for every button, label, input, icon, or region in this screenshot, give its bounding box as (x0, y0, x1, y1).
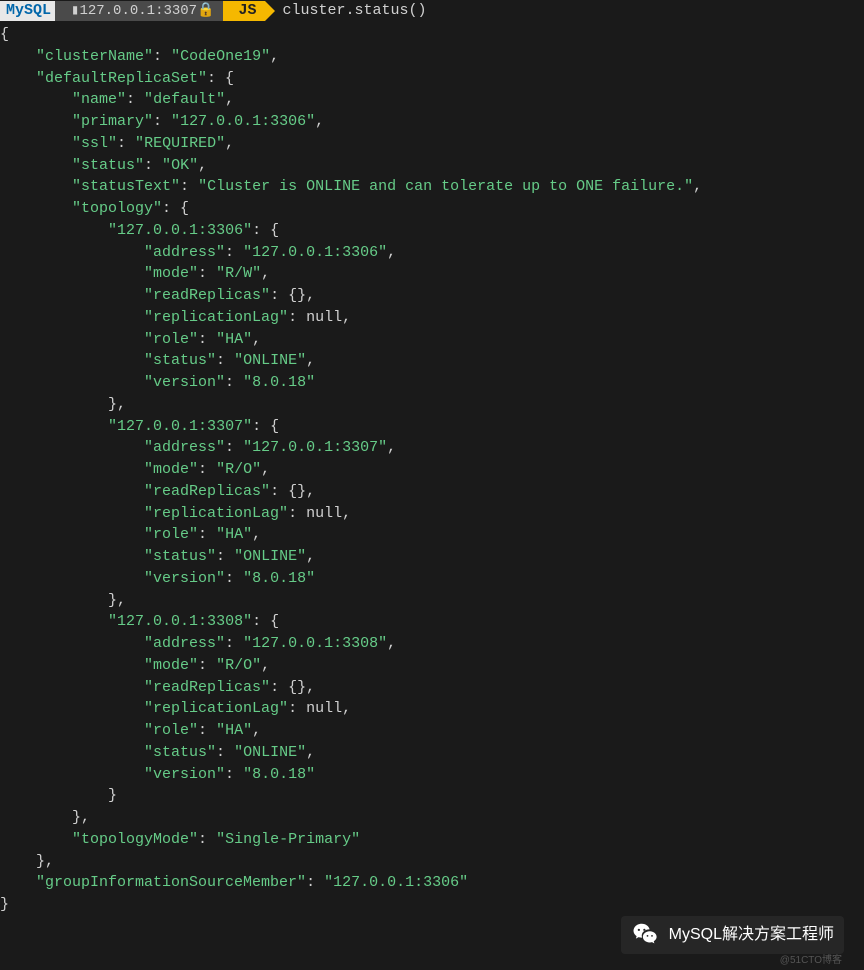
wechat-icon (631, 920, 661, 950)
primary: 127.0.0.1:3306 (180, 113, 306, 130)
node1-role: HA (225, 331, 243, 348)
node1-lag: null (306, 309, 342, 326)
rs-name: default (153, 91, 216, 108)
topology-mode: Single-Primary (225, 831, 351, 848)
watermark: MySQL解决方案工程师 (621, 916, 844, 954)
node2-lag: null (306, 505, 342, 522)
ssl: REQUIRED (144, 135, 216, 152)
host-badge: ▮ 127.0.0.1:3307 🔒 (55, 1, 223, 21)
node2-version: 8.0.18 (252, 570, 306, 587)
status: OK (171, 157, 189, 174)
node1-replicas: {} (288, 287, 306, 304)
node1-key: 127.0.0.1:3306 (117, 222, 243, 239)
watermark-text: MySQL解决方案工程师 (669, 923, 834, 946)
js-mode-badge: JS (223, 1, 265, 21)
node3-status: ONLINE (243, 744, 297, 761)
source-member: 127.0.0.1:3306 (333, 874, 459, 891)
shell-prompt[interactable]: MySQL ▮ 127.0.0.1:3307 🔒 JS cluster.stat… (0, 0, 864, 22)
node1-address: 127.0.0.1:3306 (252, 244, 378, 261)
node2-address: 127.0.0.1:3307 (252, 439, 378, 456)
watermark-sub: @51CTO博客 (780, 954, 842, 969)
node1-mode: R/W (225, 265, 252, 282)
node2-status: ONLINE (243, 548, 297, 565)
node1-status: ONLINE (243, 352, 297, 369)
node3-mode: R/O (225, 657, 252, 674)
node3-role: HA (225, 722, 243, 739)
mysql-badge: MySQL (0, 1, 55, 21)
node1-version: 8.0.18 (252, 374, 306, 391)
ssl-icon: 🔒 (197, 1, 214, 21)
node3-key: 127.0.0.1:3308 (117, 613, 243, 630)
node2-mode: R/O (225, 461, 252, 478)
db-icon: ▮ (71, 1, 79, 21)
host-text: 127.0.0.1:3307 (79, 1, 197, 21)
node3-address: 127.0.0.1:3308 (252, 635, 378, 652)
node2-key: 127.0.0.1:3307 (117, 418, 243, 435)
command-input[interactable]: cluster.status() (265, 0, 427, 22)
cluster-name: CodeOne19 (180, 48, 261, 65)
node2-replicas: {} (288, 483, 306, 500)
node3-version: 8.0.18 (252, 766, 306, 783)
json-output: { "clusterName": "CodeOne19", "defaultRe… (0, 22, 864, 916)
node3-replicas: {} (288, 679, 306, 696)
status-text: Cluster is ONLINE and can tolerate up to… (207, 178, 684, 195)
node3-lag: null (306, 700, 342, 717)
node2-role: HA (225, 526, 243, 543)
